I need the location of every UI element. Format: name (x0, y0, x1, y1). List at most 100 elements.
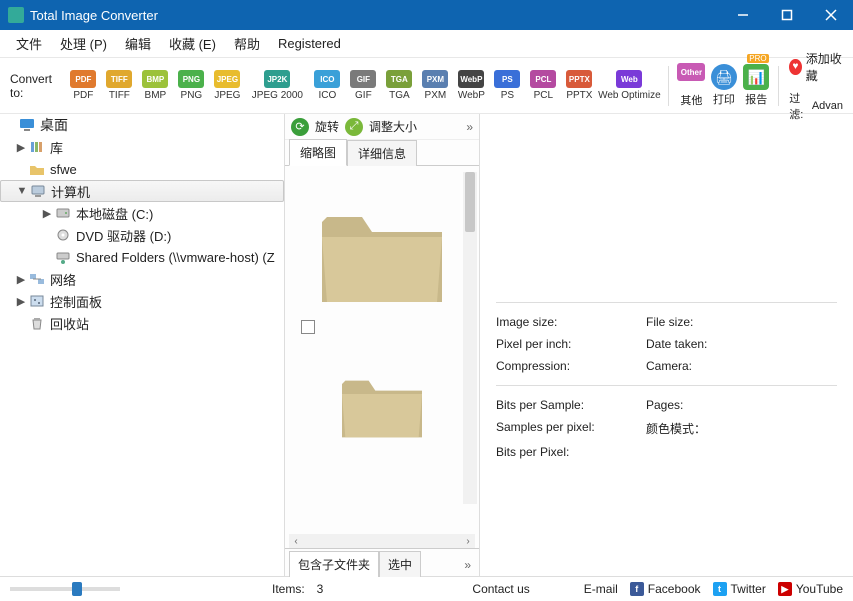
format-webp[interactable]: WebPWebP (454, 70, 488, 101)
format-jpeg[interactable]: JPEGJPEG (210, 70, 244, 101)
network-icon (28, 271, 46, 287)
format-ps[interactable]: PSPS (490, 70, 524, 101)
tree-node--[interactable]: ▶网络 (0, 268, 284, 290)
format-ico[interactable]: ICOICO (310, 70, 344, 101)
format-badge-icon: PS (494, 70, 520, 88)
format-jpeg-2000[interactable]: JP2KJPEG 2000 (246, 70, 308, 101)
minimize-button[interactable] (721, 0, 765, 30)
tree-node--[interactable]: 回收站 (0, 312, 284, 334)
menu-edit[interactable]: 编辑 (117, 30, 159, 57)
label-bits-per-pixel: Bits per Pixel: (496, 445, 646, 459)
dvd-icon (54, 227, 72, 243)
format-pcl[interactable]: PCLPCL (526, 70, 560, 101)
tree-node-dvd-d-[interactable]: DVD 驱动器 (D:) (0, 224, 284, 246)
youtube-icon: ▶ (778, 582, 792, 596)
add-favorite-button[interactable]: ♥ 添加收藏 (789, 50, 843, 84)
tree-node--[interactable]: ▶库 (0, 136, 284, 158)
other-icon: Other (677, 63, 705, 81)
format-badge-icon: JPEG (214, 70, 240, 88)
close-button[interactable] (809, 0, 853, 30)
label-compression: Compression: (496, 359, 646, 373)
format-tiff[interactable]: TIFFTIFF (102, 70, 136, 101)
computer-icon (29, 183, 47, 199)
tree-twisty-icon[interactable]: ▶ (14, 273, 28, 286)
format-toolbar: Convert to: PDFPDFTIFFTIFFBMPBMPPNGPNGJP… (0, 58, 853, 114)
menu-help[interactable]: 帮助 (226, 30, 268, 57)
printer-icon: 🖨 (711, 64, 737, 90)
format-badge-icon: BMP (142, 70, 168, 88)
format-badge-icon: PDF (70, 70, 96, 88)
toolbar-separator (668, 66, 669, 106)
menu-favorites[interactable]: 收藏 (E) (161, 30, 224, 57)
twitter-link[interactable]: tTwitter (713, 582, 766, 596)
print-button[interactable]: 🖨 打印 (710, 64, 738, 107)
tab-detail[interactable]: 详细信息 (347, 140, 417, 166)
format-web-optimize[interactable]: WebWeb Optimize (598, 70, 660, 101)
filter-value[interactable]: Advan (812, 100, 843, 112)
resize-icon[interactable]: ⤢ (345, 118, 363, 136)
twitter-icon: t (713, 582, 727, 596)
report-button[interactable]: PRO 📊 报告 (742, 64, 770, 107)
format-pdf[interactable]: PDFPDF (66, 70, 100, 101)
vertical-scrollbar[interactable] (463, 172, 477, 504)
format-pptx[interactable]: PPTXPPTX (562, 70, 596, 101)
format-badge-icon: JP2K (264, 70, 290, 88)
tree-node--c-[interactable]: ▶本地磁盘 (C:) (0, 202, 284, 224)
email-link[interactable]: E-mail (584, 582, 618, 596)
tree-node--[interactable]: ▼计算机 (0, 180, 284, 202)
tree-twisty-icon[interactable]: ▼ (15, 185, 29, 197)
contact-us-link[interactable]: Contact us (472, 582, 529, 596)
tab-checked[interactable]: 选中 (379, 551, 421, 577)
other-button[interactable]: Other 其他 (677, 63, 705, 108)
heart-icon: ♥ (789, 59, 801, 75)
youtube-link[interactable]: ▶YouTube (778, 582, 843, 596)
format-badge-icon: GIF (350, 70, 376, 88)
resize-button[interactable]: 调整大小 (369, 118, 417, 135)
tree-twisty-icon[interactable]: ▶ (14, 295, 28, 308)
folder-thumbnail[interactable] (312, 364, 452, 444)
thumbnail-checkbox[interactable] (301, 320, 315, 334)
items-label: Items: (272, 582, 305, 596)
format-gif[interactable]: GIFGIF (346, 70, 380, 101)
horizontal-scrollbar[interactable]: ‹› (289, 534, 475, 548)
rotate-button[interactable]: 旋转 (315, 118, 339, 135)
thumbnail-panel: ⟳ 旋转 ⤢ 调整大小 » 缩略图 详细信息 ‹› 包含子文件夹 选中 » (285, 114, 480, 576)
details-panel: Image size: File size: Pixel per inch: D… (480, 114, 853, 576)
format-pxm[interactable]: PXMPXM (418, 70, 452, 101)
tab-thumbnail[interactable]: 缩略图 (289, 139, 347, 166)
tree-root-desktop[interactable]: 桌面 (0, 114, 284, 136)
zoom-slider[interactable] (10, 587, 120, 591)
facebook-link[interactable]: fFacebook (630, 582, 701, 596)
tree-node--[interactable]: ▶控制面板 (0, 290, 284, 312)
folder-thumbnail[interactable] (312, 192, 452, 312)
format-badge-icon: PCL (530, 70, 556, 88)
tree-twisty-icon[interactable]: ▶ (14, 141, 28, 154)
chevron-right-icon[interactable]: » (464, 558, 475, 576)
report-icon: 📊 (743, 64, 769, 90)
format-tga[interactable]: TGATGA (382, 70, 416, 101)
tree-node-sfwe[interactable]: sfwe (0, 158, 284, 180)
folder-tree: 桌面 ▶库sfwe▼计算机▶本地磁盘 (C:)DVD 驱动器 (D:)Share… (0, 114, 285, 576)
format-badge-icon: TGA (386, 70, 412, 88)
label-color-mode: 颜色模式： (646, 420, 796, 437)
menu-process[interactable]: 处理 (P) (52, 30, 115, 57)
control-icon (28, 293, 46, 309)
app-icon (8, 7, 24, 23)
format-bmp[interactable]: BMPBMP (138, 70, 172, 101)
label-pages: Pages: (646, 398, 796, 412)
title-bar: Total Image Converter (0, 0, 853, 30)
label-date-taken: Date taken: (646, 337, 796, 351)
format-png[interactable]: PNGPNG (174, 70, 208, 101)
tab-subfolders[interactable]: 包含子文件夹 (289, 551, 379, 577)
toolbar-separator (778, 66, 779, 106)
tree-node-shared-folders-vmware-host-z[interactable]: Shared Folders (\\vmware-host) (Z (0, 246, 284, 268)
maximize-button[interactable] (765, 0, 809, 30)
rotate-icon[interactable]: ⟳ (291, 118, 309, 136)
chevron-right-icon[interactable]: » (466, 120, 473, 134)
format-badge-icon: Web (616, 70, 642, 88)
menu-file[interactable]: 文件 (8, 30, 50, 57)
facebook-icon: f (630, 582, 644, 596)
tree-twisty-icon[interactable]: ▶ (40, 207, 54, 220)
library-icon (28, 139, 46, 155)
menu-registered[interactable]: Registered (270, 32, 349, 55)
